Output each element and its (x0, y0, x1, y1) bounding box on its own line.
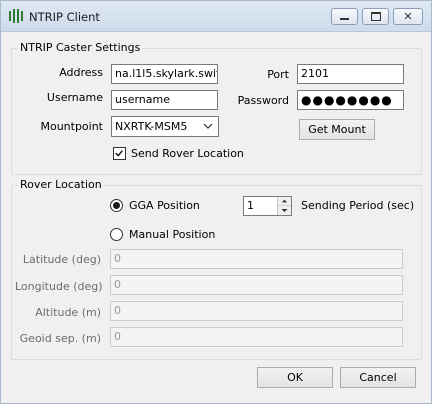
minimize-button[interactable] (331, 8, 358, 25)
stepper-up-icon[interactable] (278, 197, 291, 206)
altitude-label: Altitude (m) (35, 306, 101, 319)
mountpoint-value: NXRTK-MSM5 (115, 120, 188, 133)
checkmark-icon (115, 150, 123, 157)
maximize-button[interactable] (362, 8, 389, 25)
gga-position-radio[interactable] (110, 199, 123, 212)
address-input[interactable]: na.l1l5.skylark.swiftna (111, 64, 218, 84)
caster-settings-title: NTRIP Caster Settings (18, 41, 143, 54)
altitude-input: 0 (110, 301, 403, 321)
port-input[interactable]: 2101 (297, 64, 404, 84)
username-label: Username (46, 91, 103, 104)
minimize-icon (340, 18, 349, 20)
send-rover-checkbox[interactable] (113, 147, 126, 160)
gga-position-label: GGA Position (129, 199, 200, 212)
ok-button[interactable]: OK (257, 367, 333, 388)
geoid-label: Geoid sep. (m) (19, 332, 101, 345)
send-rover-label: Send Rover Location (131, 147, 244, 160)
radio-selected-dot (113, 202, 120, 209)
latitude-input: 0 (110, 249, 403, 269)
port-label: Port (267, 68, 289, 81)
latitude-label: Latitude (deg) (22, 253, 101, 266)
username-input[interactable]: username (111, 90, 218, 110)
manual-position-radio[interactable] (110, 228, 123, 241)
mountpoint-label: Mountpoint (40, 120, 103, 133)
stepper-down-icon[interactable] (278, 206, 291, 215)
password-input[interactable]: ●●●●●●●● (297, 90, 404, 110)
mountpoint-select[interactable]: NXRTK-MSM5 (111, 116, 219, 137)
sending-period-label: Sending Period (sec) (301, 199, 415, 212)
geoid-input: 0 (110, 327, 403, 347)
longitude-label: Longitude (deg) (15, 280, 103, 293)
address-label: Address (59, 66, 103, 79)
signal-bars-icon (9, 9, 23, 23)
close-button[interactable]: ✕ (393, 8, 423, 25)
password-label: Password (237, 94, 289, 107)
sending-period-stepper[interactable]: 1 (243, 196, 292, 216)
sending-period-value: 1 (247, 199, 254, 212)
close-icon: ✕ (403, 10, 413, 23)
get-mount-button[interactable]: Get Mount (299, 119, 375, 140)
rover-location-title: Rover Location (18, 178, 104, 191)
ntrip-client-window: NTRIP Client ✕ NTRIP Caster Settings Add… (0, 0, 432, 404)
chevron-down-icon (203, 123, 213, 129)
maximize-icon (371, 12, 381, 21)
title-bar[interactable]: NTRIP Client ✕ (1, 1, 431, 32)
longitude-input: 0 (110, 275, 403, 295)
stepper-arrows (277, 197, 291, 215)
window-title: NTRIP Client (29, 10, 100, 24)
cancel-button[interactable]: Cancel (340, 367, 416, 388)
manual-position-label: Manual Position (129, 228, 216, 241)
